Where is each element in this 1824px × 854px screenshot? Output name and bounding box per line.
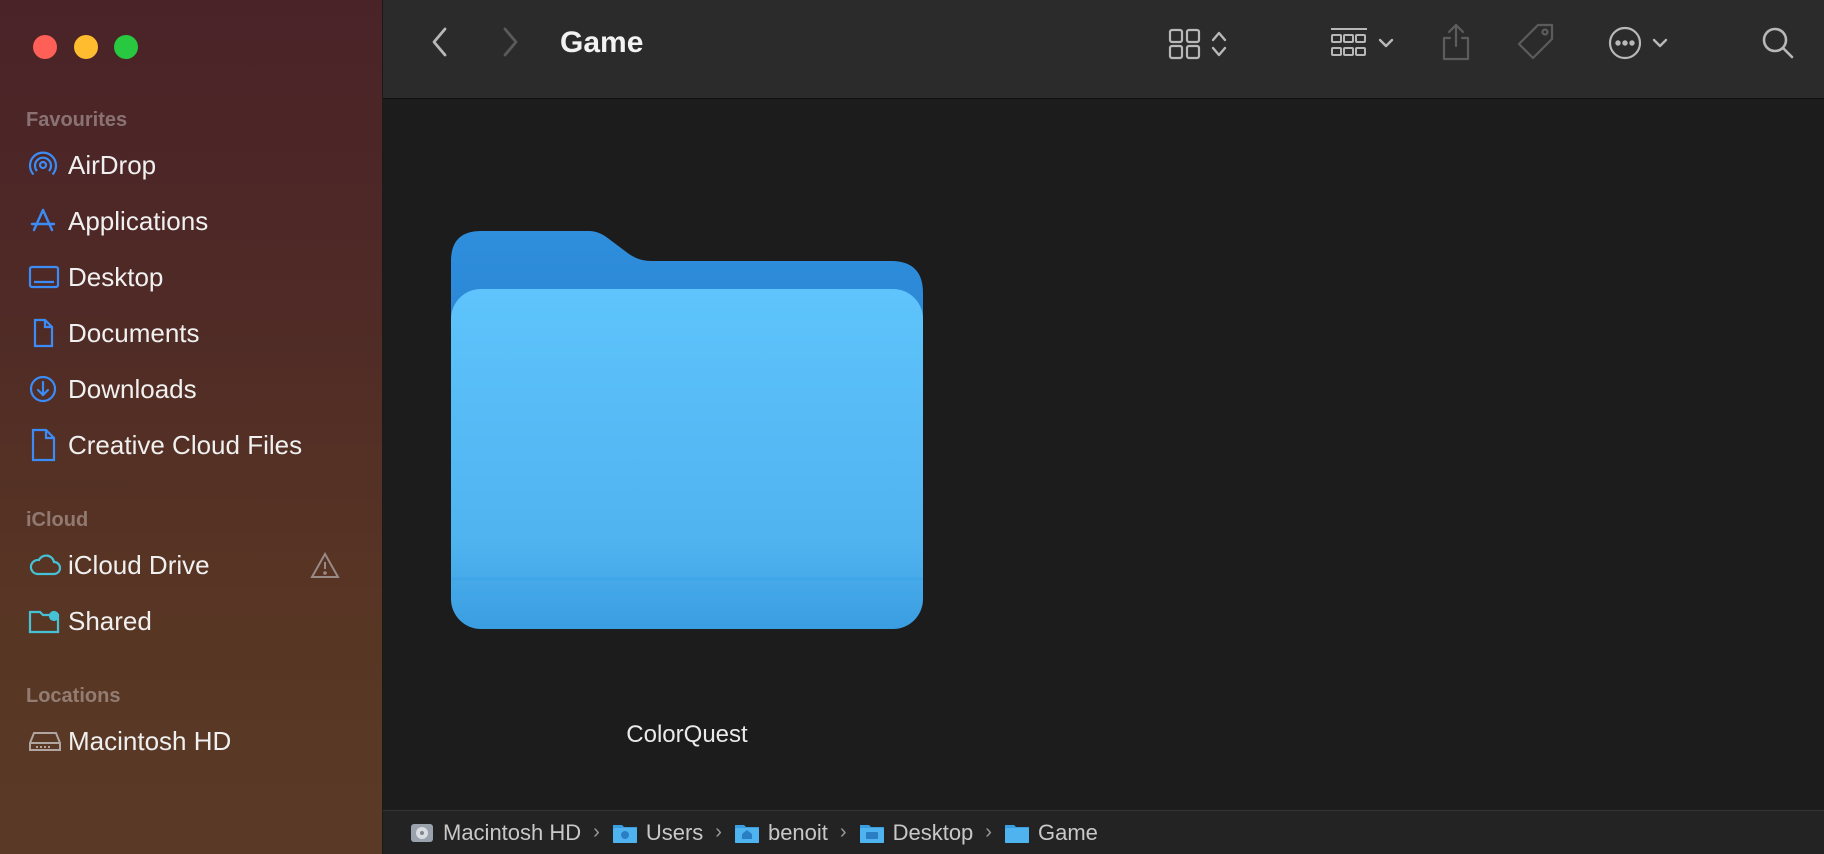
- sidebar-item-label: Desktop: [68, 261, 164, 292]
- breadcrumb-game[interactable]: Game: [1004, 820, 1098, 846]
- group-by-button[interactable]: [1324, 24, 1400, 66]
- breadcrumb-label: Desktop: [892, 819, 974, 845]
- group-grid-icon: [1329, 26, 1369, 65]
- share-button[interactable]: [1436, 22, 1476, 66]
- warning-icon[interactable]: [310, 551, 340, 584]
- sidebar-item-label: Documents: [68, 317, 200, 348]
- harddrive-icon: [22, 724, 68, 758]
- window-title: Game: [560, 26, 644, 59]
- airdrop-icon: [22, 148, 68, 182]
- locations-section-title: Locations: [26, 685, 121, 707]
- breadcrumb-desktop[interactable]: Desktop: [859, 819, 974, 846]
- breadcrumb-label: Users: [645, 819, 704, 845]
- folder-name[interactable]: ColorQuest: [427, 721, 947, 749]
- applications-icon: [22, 204, 68, 238]
- sidebar-item-applications[interactable]: Applications: [22, 197, 352, 245]
- document-icon: [22, 316, 68, 350]
- path-bar: Macintosh HD › Users › benoit › Desktop …: [383, 810, 1824, 854]
- folder-icon: [1004, 822, 1030, 844]
- desktop-folder-icon: [859, 822, 885, 844]
- chevron-left-icon: [429, 25, 451, 64]
- sidebar-item-downloads[interactable]: Downloads: [22, 365, 352, 413]
- sidebar-item-macintosh-hd[interactable]: Macintosh HD: [22, 717, 352, 765]
- zoom-window-button[interactable]: [114, 35, 138, 59]
- chevron-right-icon: [499, 25, 521, 64]
- breadcrumb-macintosh-hd[interactable]: Macintosh HD: [409, 820, 581, 846]
- breadcrumb-users[interactable]: Users: [612, 820, 703, 846]
- more-actions-button[interactable]: [1600, 24, 1676, 66]
- harddrive-icon: [409, 820, 435, 846]
- sidebar-item-label: AirDrop: [68, 149, 157, 180]
- view-mode-button[interactable]: [1160, 26, 1236, 66]
- file-browser-content: ColorQuest: [383, 99, 1824, 809]
- sidebar-item-label: Downloads: [68, 373, 197, 404]
- breadcrumb-label: benoit: [767, 819, 828, 845]
- search-icon: [1761, 26, 1795, 65]
- home-folder-icon: [734, 822, 760, 844]
- tag-button[interactable]: [1514, 22, 1558, 66]
- chevron-right-icon: ›: [839, 821, 847, 843]
- minimize-window-button[interactable]: [74, 35, 98, 59]
- icon-grid-icon: [1168, 28, 1202, 65]
- sidebar-item-label: Creative Cloud Files: [68, 429, 303, 460]
- shared-folder-icon: [22, 604, 68, 638]
- sidebar: Favourites AirDrop Applications Desktop: [0, 0, 383, 854]
- breadcrumb-label: Game: [1037, 819, 1098, 845]
- sidebar-item-label: Shared: [68, 605, 152, 636]
- favourites-section-title: Favourites: [26, 109, 128, 131]
- sidebar-item-label: Macintosh HD: [68, 725, 232, 756]
- updown-chevron-icon: [1210, 28, 1228, 65]
- forward-button[interactable]: [494, 26, 526, 62]
- folder-icon[interactable]: [451, 229, 923, 629]
- users-folder-icon: [612, 822, 638, 844]
- sidebar-item-creative-cloud-files[interactable]: Creative Cloud Files: [22, 421, 352, 469]
- close-window-button[interactable]: [33, 35, 57, 59]
- sidebar-item-icloud-drive[interactable]: iCloud Drive: [22, 541, 352, 589]
- file-icon: [22, 428, 68, 462]
- sidebar-item-documents[interactable]: Documents: [22, 309, 352, 357]
- share-icon: [1439, 22, 1473, 67]
- back-button[interactable]: [424, 26, 456, 62]
- breadcrumb-label: Macintosh HD: [443, 819, 582, 845]
- tag-icon: [1516, 22, 1556, 67]
- sidebar-item-airdrop[interactable]: AirDrop: [22, 141, 352, 189]
- sidebar-item-label: Applications: [68, 205, 209, 236]
- sidebar-item-desktop[interactable]: Desktop: [22, 253, 352, 301]
- chevron-right-icon: ›: [715, 821, 722, 843]
- chevron-right-icon: ›: [985, 821, 992, 843]
- breadcrumb-benoit[interactable]: benoit: [734, 820, 828, 846]
- cloud-icon: [22, 548, 68, 582]
- icloud-section-title: iCloud: [26, 509, 89, 531]
- ellipsis-circle-icon: [1607, 25, 1643, 66]
- chevron-down-icon: [1377, 36, 1395, 55]
- chevron-right-icon: ›: [593, 821, 600, 843]
- sidebar-item-label: iCloud Drive: [68, 549, 210, 580]
- search-button[interactable]: [1758, 24, 1798, 66]
- chevron-down-icon: [1651, 36, 1669, 55]
- desktop-icon: [22, 260, 68, 294]
- download-icon: [22, 372, 68, 406]
- sidebar-item-shared[interactable]: Shared: [22, 597, 352, 645]
